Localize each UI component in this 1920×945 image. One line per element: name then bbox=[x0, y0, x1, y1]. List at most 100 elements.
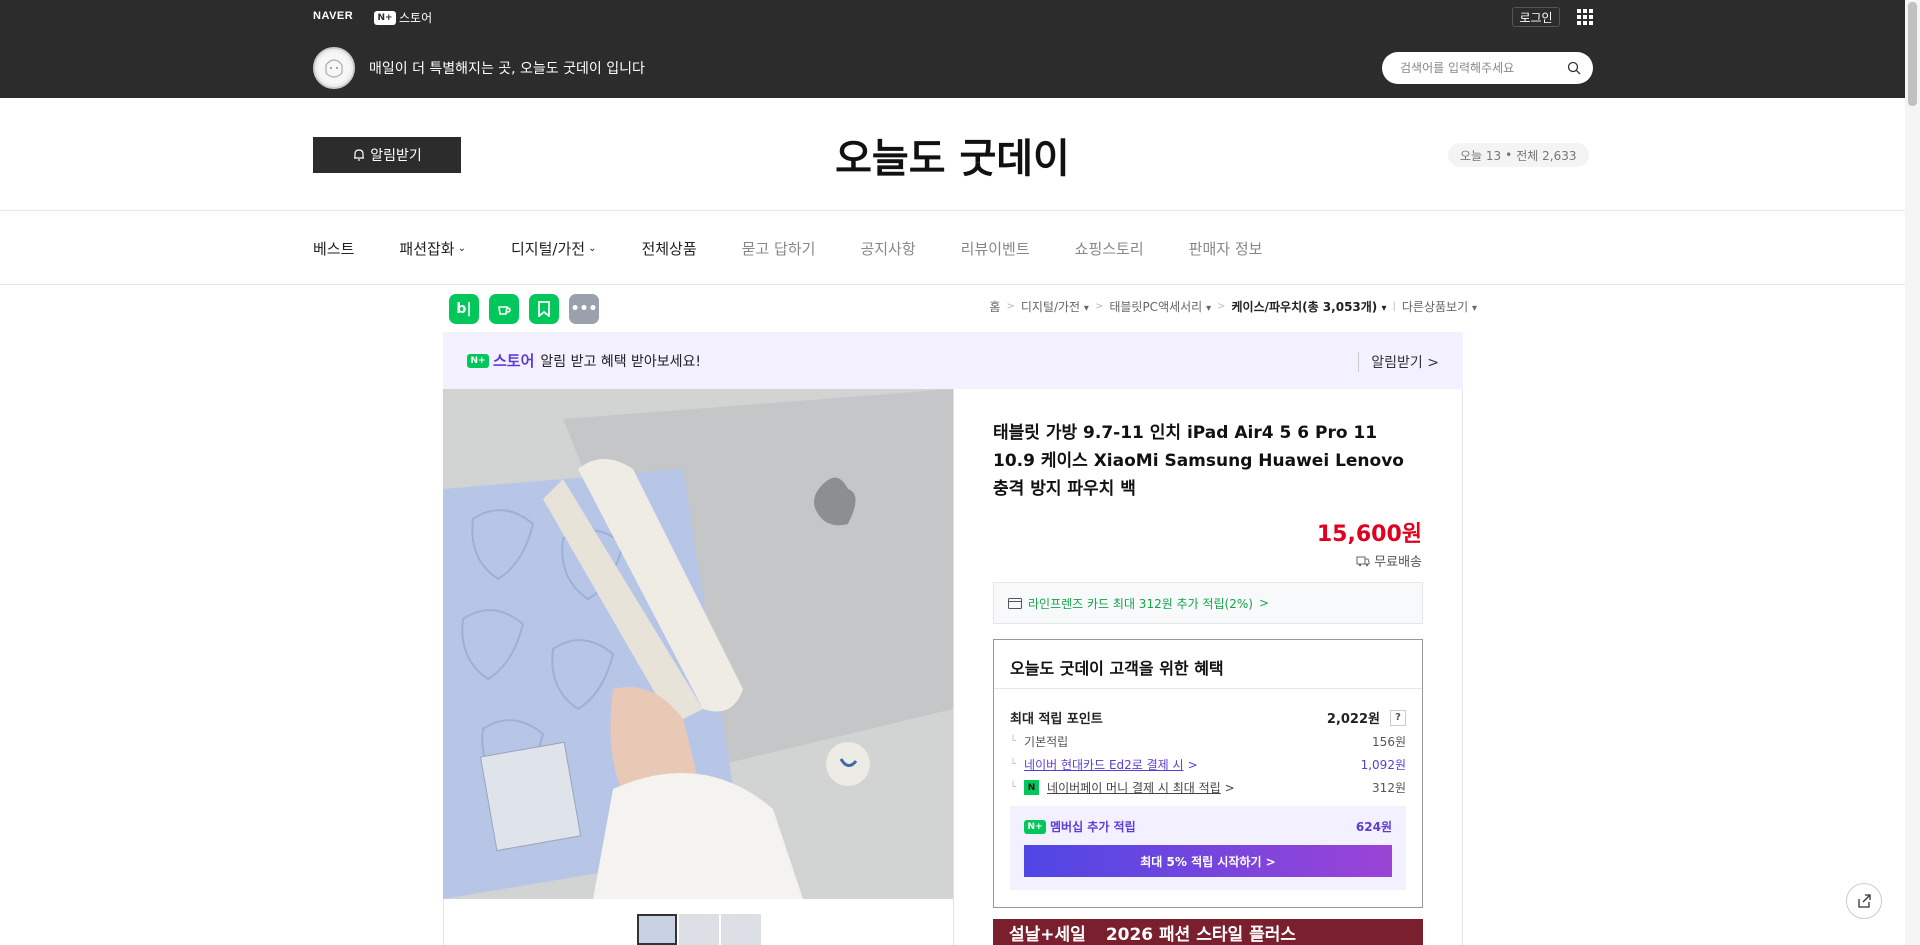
basic-points-value: 156원 bbox=[1372, 735, 1406, 749]
chevron-right-icon: > bbox=[1224, 780, 1235, 795]
promo-notify-link[interactable]: 알림받기 > bbox=[1358, 352, 1439, 372]
hyundai-card-value: 1,092원 bbox=[1360, 758, 1406, 772]
npay-value: 312원 bbox=[1372, 781, 1406, 795]
page-scrollbar[interactable] bbox=[1905, 0, 1920, 945]
tablet-pouch-photo bbox=[443, 389, 953, 899]
nav-label: 리뷰이벤트 bbox=[960, 240, 1030, 258]
card-benefit-link[interactable]: 라인프렌즈 카드 최대 312원 추가 적립(2%) > bbox=[993, 582, 1423, 624]
product-main-image[interactable] bbox=[443, 389, 953, 899]
nav-item-best[interactable]: 베스트 bbox=[313, 238, 354, 259]
nav-label: 전체상품 bbox=[641, 240, 697, 258]
chevron-right-icon: > bbox=[1006, 301, 1015, 312]
nav-item-review-event[interactable]: 리뷰이벤트 bbox=[961, 238, 1030, 259]
breadcrumb-home[interactable]: 홈 bbox=[989, 298, 1000, 315]
product-thumbnails bbox=[637, 914, 761, 945]
bookmark-icon[interactable] bbox=[529, 294, 559, 324]
hyundai-card-row[interactable]: └ 네이버 현대카드 Ed2로 결제 시 > 1,092원 bbox=[1010, 756, 1406, 773]
breadcrumb-tablet-accessory[interactable]: 태블릿PC액세서리 ▾ bbox=[1109, 298, 1211, 315]
store-nav: 베스트 패션잡화 ⌄ 디지털/가전 ⌄ 전체상품 묻고 답하기 공지사항 리뷰이벤트… bbox=[313, 238, 1307, 259]
share-button[interactable] bbox=[1846, 883, 1882, 919]
membership-row: N+ 멤버십 추가 적립 624원 bbox=[1024, 818, 1392, 835]
nav-label: 판매자 정보 bbox=[1188, 240, 1263, 258]
thumbnail-1[interactable] bbox=[637, 914, 677, 945]
nplus-badge: N+ bbox=[467, 353, 489, 368]
nav-divider bbox=[0, 284, 1905, 285]
nav-item-seller-info[interactable]: 판매자 정보 bbox=[1189, 238, 1263, 259]
membership-box: N+ 멤버십 추가 적립 624원 최대 5% 적립 시작하기 > bbox=[1010, 806, 1406, 890]
shipping-info: 무료배송 bbox=[1356, 551, 1422, 570]
tree-branch-icon: └ bbox=[1010, 782, 1017, 793]
nplus-badge: N+ bbox=[374, 10, 396, 25]
help-icon[interactable]: ? bbox=[1390, 709, 1406, 726]
login-button[interactable]: 로그인 bbox=[1512, 7, 1560, 27]
sale-banner-left: 설날+세일 bbox=[1009, 925, 1086, 945]
global-header: NAVER N+ 스토어 로그인 매일이 더 특별해지는 곳, 오늘도 굿데이 … bbox=[0, 0, 1905, 98]
search-box[interactable] bbox=[1382, 52, 1593, 84]
hyundai-card-link[interactable]: 네이버 현대카드 Ed2로 결제 시 bbox=[1024, 756, 1184, 773]
chevron-right-icon: > bbox=[1258, 596, 1270, 610]
npay-icon: N bbox=[1024, 780, 1040, 795]
nav-label: 디지털/가전 bbox=[511, 240, 586, 258]
chevron-down-icon: ⌄ bbox=[588, 243, 597, 254]
nplus-store-label: 스토어 bbox=[399, 11, 433, 25]
benefit-title: 오늘도 굿데이 고객을 위한 혜택 bbox=[1010, 659, 1224, 678]
caret-down-icon: ▾ bbox=[1381, 303, 1387, 314]
nav-label: 쇼핑스토리 bbox=[1074, 240, 1144, 258]
nav-item-shopping-story[interactable]: 쇼핑스토리 bbox=[1075, 238, 1144, 259]
breadcrumb-digital[interactable]: 디지털/가전 ▾ bbox=[1021, 298, 1089, 315]
chevron-right-icon: > bbox=[1427, 355, 1439, 371]
breadcrumb-label: 케이스/파우치(총 3,053개) bbox=[1231, 300, 1378, 314]
product-title: 태블릿 가방 9.7-11 인치 iPad Air4 5 6 Pro 11 10… bbox=[993, 423, 1404, 499]
sale-banner[interactable]: 설날+세일 2026 패션 스타일 플러스 bbox=[993, 919, 1423, 945]
search-icon[interactable] bbox=[1567, 61, 1581, 75]
share-icon bbox=[1858, 894, 1871, 908]
visitor-stats: 오늘 13 • 전체 2,633 bbox=[1448, 143, 1589, 167]
tree-branch-icon: └ bbox=[1010, 759, 1017, 770]
cafe-icon[interactable] bbox=[489, 294, 519, 324]
nplus-badge: N+ bbox=[1024, 819, 1046, 834]
nav-label: 베스트 bbox=[313, 240, 355, 258]
visitors-today: 오늘 13 bbox=[1460, 148, 1502, 163]
max-points-label: 최대 적립 포인트 bbox=[1010, 712, 1103, 727]
breadcrumb-other-products[interactable]: 다른상품보기 ▾ bbox=[1402, 298, 1477, 315]
nplus-store-logo[interactable]: N+ 스토어 bbox=[374, 9, 432, 26]
membership-label: 멤버십 추가 적립 bbox=[1050, 820, 1136, 834]
npay-link[interactable]: 네이버페이 머니 결제 시 최대 적립 bbox=[1047, 779, 1221, 796]
caret-down-icon: ▾ bbox=[1083, 303, 1089, 314]
membership-start-button[interactable]: 최대 5% 적립 시작하기 > bbox=[1024, 845, 1392, 877]
nav-item-all-products[interactable]: 전체상품 bbox=[641, 238, 696, 259]
nav-label: 묻고 답하기 bbox=[741, 240, 816, 258]
blog-icon[interactable]: b| bbox=[449, 294, 479, 324]
frame-line bbox=[953, 389, 954, 945]
store-tagline: 매일이 더 특별해지는 곳, 오늘도 굿데이 입니다 bbox=[369, 61, 645, 77]
breadcrumb: 홈 > 디지털/가전 ▾ > 태블릿PC액세서리 ▾ > 케이스/파우치(총 3… bbox=[989, 298, 1477, 315]
nav-item-qna[interactable]: 묻고 답하기 bbox=[742, 238, 816, 259]
thumbnail-3[interactable] bbox=[721, 914, 761, 945]
truck-icon bbox=[1356, 556, 1370, 566]
promo-text: 알림 받고 혜택 받아보세요! bbox=[540, 353, 702, 370]
npay-row[interactable]: └ N 네이버페이 머니 결제 시 최대 적립 > 312원 bbox=[1010, 779, 1406, 796]
scrollbar-thumb[interactable] bbox=[1908, 2, 1917, 106]
app-grid-icon[interactable] bbox=[1577, 9, 1593, 25]
max-points-row: 최대 적립 포인트 2,022원? bbox=[1010, 708, 1406, 727]
store-avatar[interactable] bbox=[313, 47, 355, 89]
visitors-separator: • bbox=[1505, 148, 1513, 162]
nav-item-notice[interactable]: 공지사항 bbox=[860, 238, 915, 259]
benefit-box: 오늘도 굿데이 고객을 위한 혜택 최대 적립 포인트 2,022원? └ 기본적… bbox=[993, 639, 1423, 908]
promo-banner[interactable]: N+ 스토어 알림 받고 혜택 받아보세요! 알림받기 > bbox=[443, 332, 1463, 389]
thumbnail-2[interactable] bbox=[679, 914, 719, 945]
nav-item-fashion[interactable]: 패션잡화 ⌄ bbox=[399, 238, 466, 259]
more-icon[interactable]: ••• bbox=[569, 294, 599, 324]
store-title[interactable]: 오늘도 굿데이 bbox=[0, 126, 1905, 184]
search-input[interactable] bbox=[1400, 61, 1560, 75]
membership-value: 624원 bbox=[1355, 820, 1392, 834]
caret-down-icon: ▾ bbox=[1206, 303, 1212, 314]
product-price: 15,600원 bbox=[1316, 522, 1422, 547]
chevron-right-icon: > bbox=[1217, 301, 1226, 312]
shipping-label: 무료배송 bbox=[1374, 555, 1422, 570]
caret-down-icon: ▾ bbox=[1471, 303, 1477, 314]
breadcrumb-label: 다른상품보기 bbox=[1401, 300, 1469, 314]
nav-item-digital[interactable]: 디지털/가전 ⌄ bbox=[511, 238, 596, 259]
breadcrumb-case-pouch[interactable]: 케이스/파우치(총 3,053개) ▾ bbox=[1231, 298, 1386, 315]
naver-logo[interactable]: NAVER bbox=[313, 10, 353, 22]
